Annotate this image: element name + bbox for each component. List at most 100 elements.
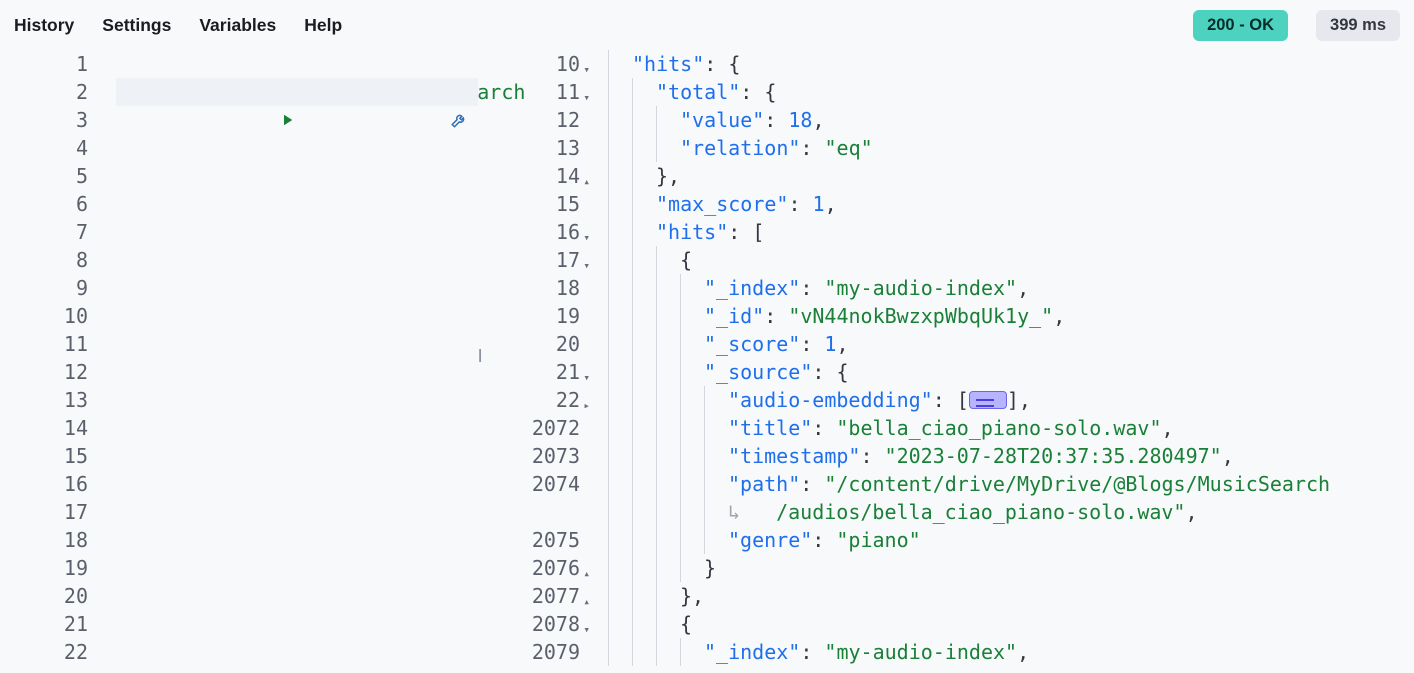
response-line[interactable]: "value": 18, <box>608 106 1414 134</box>
json-punct: : { <box>812 360 848 384</box>
json-key: "_score" <box>704 332 800 356</box>
blank-line[interactable] <box>116 134 478 162</box>
json-number: 1 <box>813 192 825 216</box>
response-line[interactable]: "genre": "piano" <box>608 526 1414 554</box>
blank-line[interactable] <box>116 554 478 582</box>
response-line[interactable]: "timestamp": "2023-07-28T20:37:35.280497… <box>608 442 1414 470</box>
blank-line[interactable] <box>116 302 478 330</box>
response-line[interactable]: "hits": { <box>608 50 1414 78</box>
response-line[interactable]: "title": "bella_ciao_piano-solo.wav", <box>608 414 1414 442</box>
fold-toggle-icon[interactable]: ▴ <box>583 560 590 588</box>
blank-line[interactable] <box>116 638 478 666</box>
fold-toggle-icon[interactable]: ▾ <box>583 616 590 644</box>
response-line[interactable]: "path": "/content/drive/MyDrive/@Blogs/M… <box>608 470 1414 498</box>
response-line[interactable]: { <box>608 246 1414 274</box>
json-key: "_index" <box>704 640 800 664</box>
response-line[interactable]: "_source": { <box>608 358 1414 386</box>
top-menubar: History Settings Variables Help 200 - OK… <box>0 0 1414 50</box>
response-line[interactable]: }, <box>608 582 1414 610</box>
json-punct: , <box>1053 304 1065 328</box>
fold-toggle-icon[interactable]: ▾ <box>583 56 590 84</box>
json-key: "_id" <box>704 304 764 328</box>
response-line[interactable]: "total": { <box>608 78 1414 106</box>
response-line[interactable]: "_index": "my-audio-index", <box>608 638 1414 666</box>
fold-toggle-icon[interactable]: ▾ <box>583 364 590 392</box>
request-active-line[interactable] <box>116 78 478 106</box>
blank-line[interactable] <box>116 246 478 274</box>
json-punct: : <box>788 192 812 216</box>
blank-line[interactable] <box>116 470 478 498</box>
blank-line[interactable] <box>116 358 478 386</box>
blank-line[interactable] <box>116 330 478 358</box>
request-line[interactable]: GET my-audio-index/_search <box>116 50 478 78</box>
json-key: "value" <box>680 108 764 132</box>
blank-line[interactable] <box>116 274 478 302</box>
blank-line[interactable] <box>116 526 478 554</box>
json-string: "/content/drive/MyDrive/@Blogs/MusicSear… <box>824 472 1330 496</box>
blank-line[interactable] <box>116 610 478 638</box>
fold-toggle-icon[interactable]: ▾ <box>583 224 590 252</box>
json-key: "timestamp" <box>728 444 860 468</box>
response-line[interactable]: "_score": 1, <box>608 330 1414 358</box>
line-number: 2079 <box>478 638 580 666</box>
fold-toggle-icon[interactable]: ▴ <box>583 588 590 616</box>
line-number: 2076▴ <box>478 554 580 582</box>
json-punct: }, <box>680 584 704 608</box>
line-number: 5 <box>0 162 88 190</box>
line-number: 16 <box>0 470 88 498</box>
blank-line[interactable] <box>116 386 478 414</box>
request-editor[interactable]: 12345678910111213141516171819202122 GET … <box>0 50 478 673</box>
json-key: "hits" <box>632 52 704 76</box>
response-line[interactable]: "hits": [ <box>608 218 1414 246</box>
json-string: "my-audio-index" <box>824 276 1017 300</box>
menu-history[interactable]: History <box>14 15 74 36</box>
response-line[interactable]: } <box>608 554 1414 582</box>
fold-toggle-icon[interactable]: ▴ <box>583 168 590 196</box>
blank-line[interactable] <box>116 106 478 134</box>
line-number: 2078▾ <box>478 610 580 638</box>
json-punct: } <box>704 556 716 580</box>
json-punct: , <box>812 108 824 132</box>
menu-settings[interactable]: Settings <box>102 15 171 36</box>
json-key: "hits" <box>656 220 728 244</box>
line-number: 22▸ <box>478 386 580 414</box>
response-line[interactable]: "_index": "my-audio-index", <box>608 274 1414 302</box>
fold-toggle-icon[interactable]: ▾ <box>583 84 590 112</box>
blank-line[interactable] <box>116 162 478 190</box>
line-number: 18 <box>0 526 88 554</box>
blank-line[interactable] <box>116 582 478 610</box>
json-punct: { <box>680 612 692 636</box>
json-key: "relation" <box>680 136 800 160</box>
json-punct: : <box>800 472 824 496</box>
fold-toggle-icon[interactable]: ▾ <box>583 252 590 280</box>
response-line[interactable]: }, <box>608 162 1414 190</box>
menu-variables[interactable]: Variables <box>199 15 276 36</box>
blank-line[interactable] <box>116 414 478 442</box>
response-line[interactable]: "relation": "eq" <box>608 134 1414 162</box>
json-string: /audios/bella_ciao_piano-solo.wav" <box>752 500 1185 524</box>
line-number: 2 <box>0 78 88 106</box>
json-punct: ], <box>1007 388 1031 412</box>
json-string: "piano" <box>836 528 920 552</box>
response-gutter: 10▾11▾121314▴1516▾17▾18192021▾22▸2072207… <box>478 50 592 673</box>
response-line[interactable]: "_id": "vN44nokBwzxpWbqUk1y_", <box>608 302 1414 330</box>
menu-help[interactable]: Help <box>304 15 342 36</box>
response-line[interactable]: "max_score": 1, <box>608 190 1414 218</box>
response-line[interactable]: { <box>608 610 1414 638</box>
line-wrap-icon: ↳ <box>728 498 752 526</box>
fold-toggle-icon[interactable]: ▸ <box>583 392 590 420</box>
json-punct: : <box>812 528 836 552</box>
response-line[interactable]: ↳ /audios/bella_ciao_piano-solo.wav", <box>608 498 1414 526</box>
json-punct: : { <box>704 52 740 76</box>
blank-line[interactable] <box>116 442 478 470</box>
blank-line[interactable] <box>116 498 478 526</box>
line-number: 21 <box>0 610 88 638</box>
line-number: 6 <box>0 190 88 218</box>
blank-line[interactable] <box>116 190 478 218</box>
blank-line[interactable] <box>116 218 478 246</box>
collapsed-array-icon[interactable] <box>969 391 1007 409</box>
line-number: 19 <box>478 302 580 330</box>
json-punct: }, <box>656 164 680 188</box>
response-line[interactable]: "audio-embedding": [], <box>608 386 1414 414</box>
response-viewer[interactable]: 10▾11▾121314▴1516▾17▾18192021▾22▸2072207… <box>478 50 1414 673</box>
